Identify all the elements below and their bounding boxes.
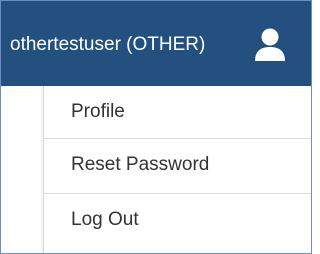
user-menu-toggle[interactable]: othertestuser (OTHER) bbox=[1, 1, 311, 86]
menu-item-profile[interactable]: Profile bbox=[44, 86, 311, 139]
menu-item-log-out[interactable]: Log Out bbox=[44, 194, 311, 247]
user-icon bbox=[255, 28, 285, 61]
menu-item-label: Profile bbox=[71, 101, 125, 122]
user-dropdown-menu: Profile Reset Password Log Out bbox=[43, 86, 311, 253]
app-frame: othertestuser (OTHER) Profile Reset Pass… bbox=[0, 0, 312, 254]
menu-item-label: Log Out bbox=[71, 209, 139, 230]
menu-item-reset-password[interactable]: Reset Password bbox=[44, 139, 311, 192]
menu-item-label: Reset Password bbox=[71, 154, 210, 175]
username-label: othertestuser (OTHER) bbox=[10, 34, 206, 55]
top-navbar: othertestuser (OTHER) bbox=[1, 1, 311, 86]
